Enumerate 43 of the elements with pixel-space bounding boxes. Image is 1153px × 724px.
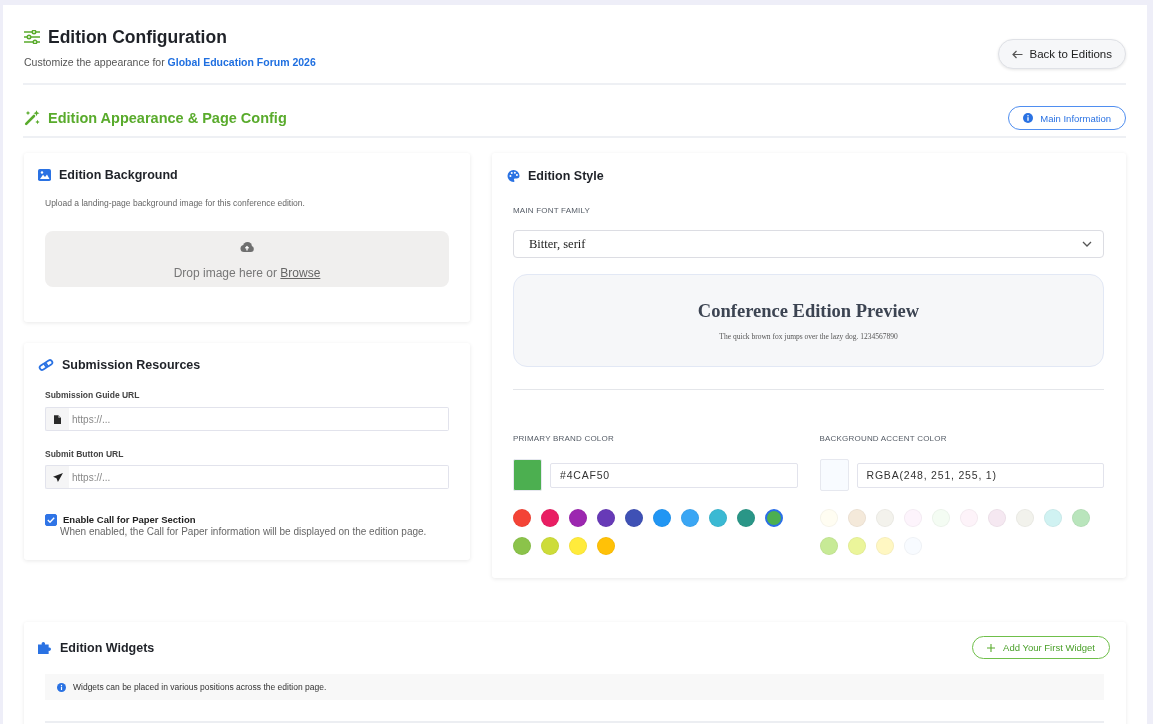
field-label: Submit Button URL: [45, 448, 125, 460]
checkbox-description: When enabled, the Call for Paper information will be displayed on the edition page.: [60, 526, 428, 538]
check-icon: [47, 517, 55, 523]
preview-title: Conference Edition Preview: [697, 300, 920, 323]
puzzle-icon: [38, 641, 51, 654]
color-value-input[interactable]: #4CAF50: [550, 462, 798, 488]
card-title: Edition Style: [528, 168, 604, 184]
card-title: Edition Widgets: [60, 639, 155, 656]
checkbox[interactable]: [45, 514, 57, 526]
card-description: Upload a landing-page background image for this conference edition.: [45, 197, 306, 209]
sliders-icon: [24, 30, 40, 44]
font-select[interactable]: Bitter, serif: [513, 230, 1104, 258]
chevron-down-icon: [1082, 241, 1092, 247]
browse-link[interactable]: Browse: [280, 266, 321, 280]
cloud-upload-icon: [240, 242, 254, 252]
swatch-icon[interactable]: [819, 459, 849, 491]
arrow-left-icon: [1011, 49, 1023, 59]
link-icon: [38, 359, 54, 371]
field-label: BACKGROUND ACCENT COLOR: [819, 433, 948, 445]
page-title: Edition Configuration: [48, 26, 227, 49]
info-icon: [1023, 113, 1034, 123]
add-widget-button[interactable]: Add Your First Widget: [972, 636, 1110, 659]
checkbox-label: Enable Call for Paper Section: [63, 514, 196, 526]
field-label: PRIMARY BRAND COLOR: [513, 433, 615, 445]
field-label: MAIN FONT FAMILY: [513, 205, 592, 217]
card-title: Submission Resources: [62, 357, 201, 373]
drop-hint: Drop image here or Browse: [173, 265, 321, 281]
drop-zone[interactable]: Drop image here or Browse: [45, 231, 449, 287]
page-subtitle: Customize the appearance for Global Education Forum 2026: [23, 55, 316, 69]
field-label: Submission Guide URL: [45, 389, 141, 401]
info-icon: [57, 682, 66, 692]
plus-icon: [987, 643, 996, 652]
color-swatch-icon[interactable]: [765, 509, 783, 527]
main-information-button[interactable]: Main Information: [1008, 106, 1126, 130]
image-icon: [38, 169, 51, 181]
color-value-input[interactable]: RGBA(248, 251, 255, 1): [856, 462, 1104, 488]
back-button[interactable]: Back to Editions: [997, 39, 1126, 69]
info-text: Widgets can be placed in various positions across the edition page.: [73, 682, 327, 692]
swatch-icon[interactable]: [513, 459, 542, 491]
section-title: Edition Appearance & Page Config: [48, 109, 287, 128]
card-title: Edition Background: [59, 167, 178, 183]
magic-wand-icon: [24, 110, 40, 126]
palette-icon: [507, 170, 520, 182]
